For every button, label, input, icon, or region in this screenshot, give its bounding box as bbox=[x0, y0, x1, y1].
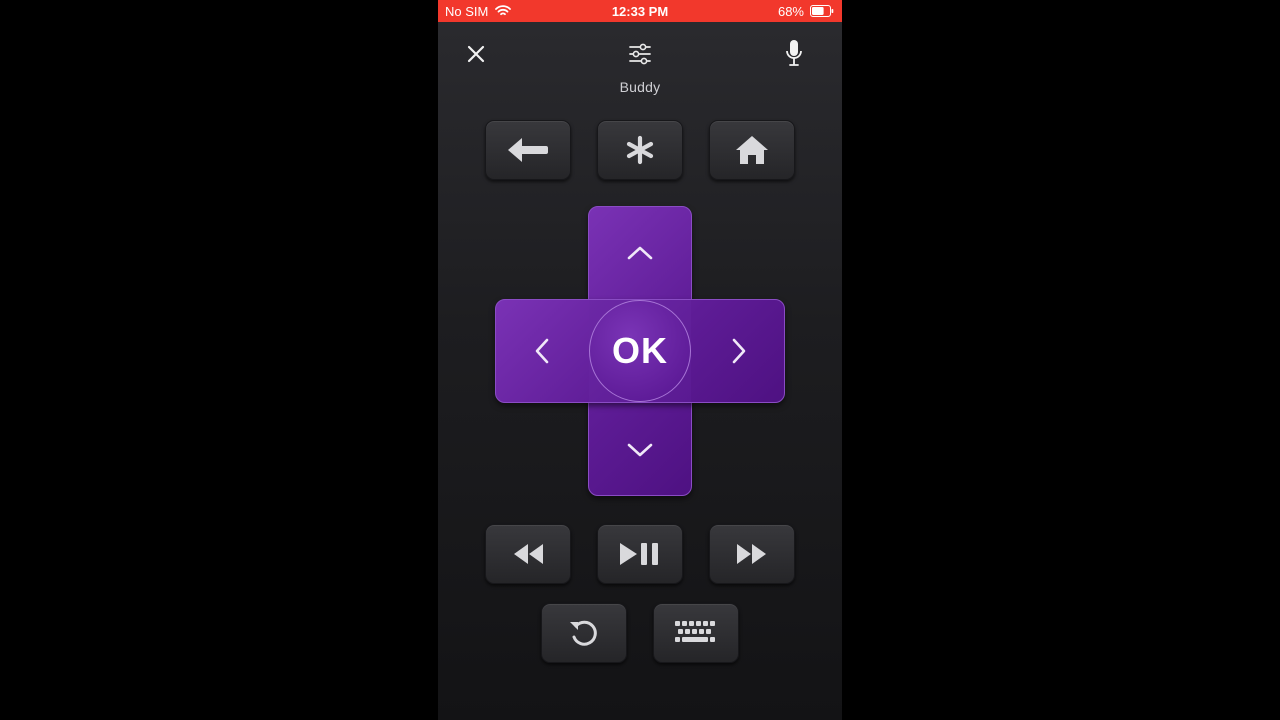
keyboard-button[interactable] bbox=[653, 603, 739, 663]
home-icon bbox=[736, 136, 768, 164]
chevron-right-icon bbox=[732, 338, 745, 364]
dpad-right-button[interactable] bbox=[692, 299, 785, 403]
battery-percent: 68% bbox=[777, 4, 804, 19]
close-button[interactable] bbox=[462, 40, 490, 68]
battery-icon bbox=[810, 5, 834, 17]
chevron-up-icon bbox=[627, 246, 653, 259]
back-button[interactable] bbox=[485, 120, 571, 180]
replay-icon bbox=[570, 620, 597, 646]
dpad-up-button[interactable] bbox=[588, 206, 692, 299]
dpad-down-button[interactable] bbox=[588, 403, 692, 496]
chevron-left-icon bbox=[535, 338, 548, 364]
chevron-down-icon bbox=[627, 443, 653, 456]
asterisk-icon bbox=[626, 135, 654, 165]
play-pause-button[interactable] bbox=[597, 524, 683, 584]
voice-search-button[interactable] bbox=[780, 38, 808, 68]
status-bar: No SIM 12:33 PM 68% bbox=[438, 0, 842, 22]
settings-sliders-icon bbox=[629, 43, 651, 65]
keyboard-icon bbox=[675, 621, 715, 642]
close-icon bbox=[467, 45, 485, 63]
settings-button[interactable] bbox=[626, 40, 654, 68]
remote-screen: No SIM 12:33 PM 68% Buddy OK bbox=[438, 0, 842, 720]
device-name: Buddy bbox=[619, 79, 661, 95]
directional-pad: OK bbox=[495, 206, 785, 496]
ok-button[interactable]: OK bbox=[589, 300, 691, 402]
instant-replay-button[interactable] bbox=[541, 603, 627, 663]
dpad-left-button[interactable] bbox=[495, 299, 588, 403]
rewind-button[interactable] bbox=[485, 524, 571, 584]
rewind-icon bbox=[514, 544, 543, 564]
fast-forward-icon bbox=[737, 544, 766, 564]
options-button[interactable] bbox=[597, 120, 683, 180]
home-button[interactable] bbox=[709, 120, 795, 180]
fast-forward-button[interactable] bbox=[709, 524, 795, 584]
microphone-icon bbox=[786, 40, 802, 66]
back-arrow-icon bbox=[508, 138, 548, 162]
play-pause-icon bbox=[620, 543, 658, 565]
